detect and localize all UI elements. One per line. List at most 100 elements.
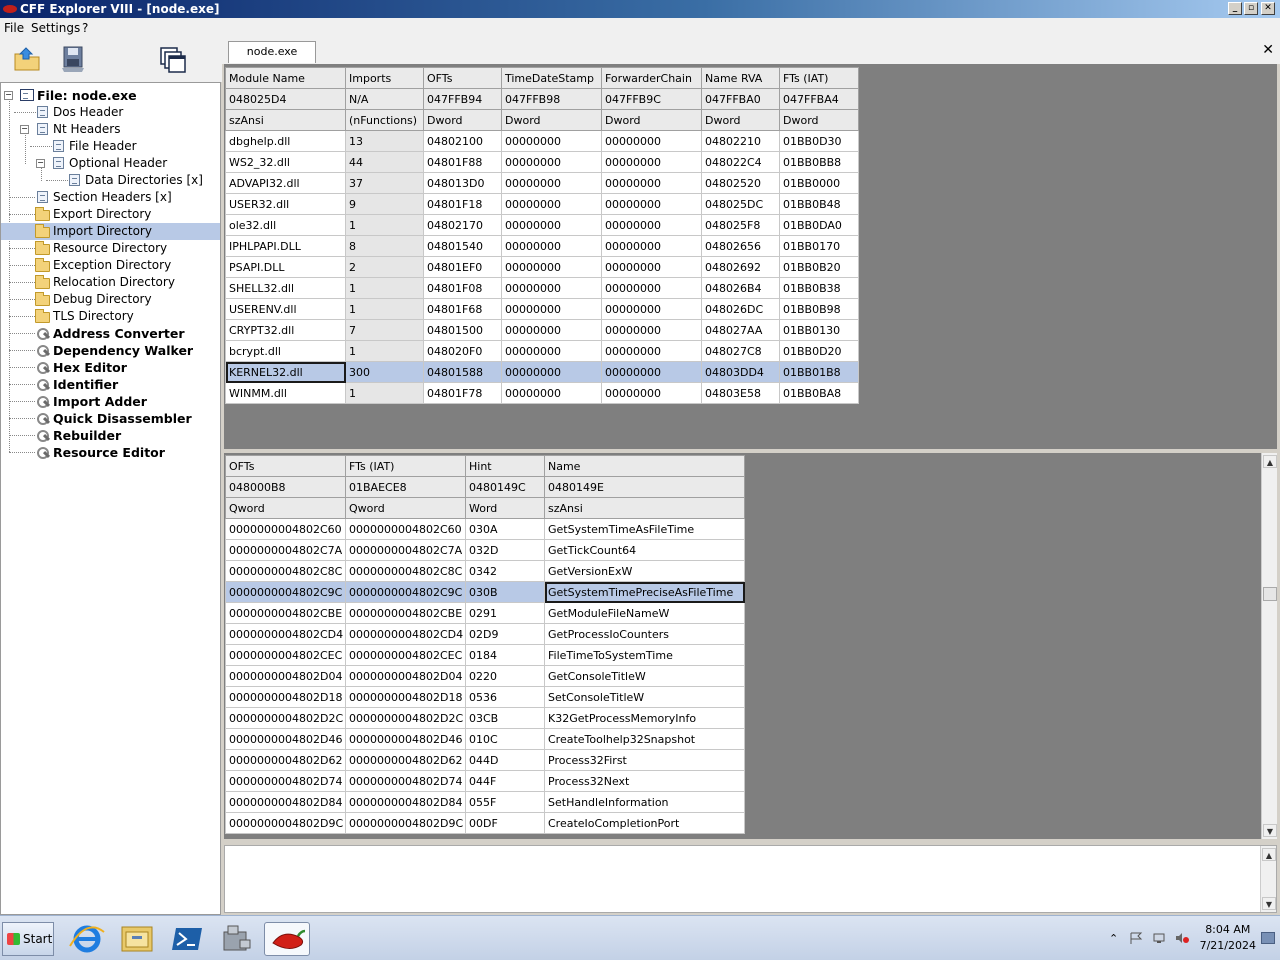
cell-name-rva[interactable]: 048026DC: [701, 298, 780, 320]
tree-item-exception-directory[interactable]: Exception Directory: [1, 257, 220, 274]
minimize-button[interactable]: _: [1228, 2, 1242, 15]
column-header-ofts[interactable]: OFTs: [423, 67, 502, 89]
table-row[interactable]: dbghelp.dll 13 04802100 00000000 00000000 048…: [225, 130, 859, 152]
cell-module-name[interactable]: SHELL32.dll: [225, 277, 346, 299]
cell-name[interactable]: GetModuleFileNameW: [544, 602, 745, 624]
collapse-icon[interactable]: −: [36, 159, 45, 168]
cell-ofts[interactable]: 0000000004802D84: [225, 791, 346, 813]
windows-icon[interactable]: [158, 44, 188, 74]
cell-fts-iat[interactable]: 0000000004802D9C: [345, 812, 466, 834]
cell-imports[interactable]: 13: [345, 130, 424, 152]
cell-ofts[interactable]: 0000000004802D18: [225, 686, 346, 708]
close-tab-icon[interactable]: ✕: [1262, 42, 1274, 58]
network-icon[interactable]: [1152, 932, 1166, 944]
taskbar-file-explorer[interactable]: [114, 922, 160, 956]
cell-forwarderchain[interactable]: 00000000: [601, 193, 702, 215]
table-row[interactable]: 0000000004802D18 0000000004802D18 0536 SetC…: [225, 686, 745, 708]
log-scrollbar[interactable]: ▲ ▼: [1260, 846, 1276, 912]
cell-imports[interactable]: 9: [345, 193, 424, 215]
tree-item-import-adder[interactable]: Import Adder: [1, 393, 220, 410]
cell-forwarderchain[interactable]: 00000000: [601, 298, 702, 320]
cell-module-name[interactable]: WINMM.dll: [225, 382, 346, 404]
offset-cell-fts-iat[interactable]: 047FFBA4: [779, 88, 859, 110]
close-window-button[interactable]: ✕: [1261, 2, 1275, 15]
cell-ofts[interactable]: 0000000004802C60: [225, 518, 346, 540]
cell-name[interactable]: GetProcessIoCounters: [544, 623, 745, 645]
cell-fts-iat[interactable]: 01BB0000: [779, 172, 859, 194]
cell-hint[interactable]: 03CB: [465, 707, 545, 729]
table-row[interactable]: SHELL32.dll 1 04801F08 00000000 00000000 0480…: [225, 277, 859, 299]
cell-module-name[interactable]: PSAPI.DLL: [225, 256, 346, 278]
cell-imports[interactable]: 300: [345, 361, 424, 383]
cell-imports[interactable]: 2: [345, 256, 424, 278]
offset-cell-ofts[interactable]: 047FFB94: [423, 88, 502, 110]
scroll-thumb[interactable]: [1263, 587, 1277, 601]
cell-ofts[interactable]: 048020F0: [423, 340, 502, 362]
type-cell-timedatestamp[interactable]: Dword: [501, 109, 602, 131]
cell-ofts[interactable]: 0000000004802C9C: [225, 581, 346, 603]
cell-ofts[interactable]: 0000000004802D74: [225, 770, 346, 792]
table-row[interactable]: WINMM.dll 1 04801F78 00000000 00000000 04803E…: [225, 382, 859, 404]
cell-forwarderchain[interactable]: 00000000: [601, 172, 702, 194]
cell-forwarderchain[interactable]: 00000000: [601, 130, 702, 152]
cell-module-name[interactable]: KERNEL32.dll: [225, 361, 346, 383]
cell-ofts[interactable]: 0000000004802CEC: [225, 644, 346, 666]
start-button[interactable]: Start: [2, 922, 54, 956]
offset-cell-timedatestamp[interactable]: 047FFB98: [501, 88, 602, 110]
cell-ofts[interactable]: 04801F18: [423, 193, 502, 215]
cell-module-name[interactable]: IPHLPAPI.DLL: [225, 235, 346, 257]
cell-ofts[interactable]: 0000000004802CBE: [225, 602, 346, 624]
column-header-ofts[interactable]: OFTs: [225, 455, 346, 477]
cell-name[interactable]: SetConsoleTitleW: [544, 686, 745, 708]
cell-ofts[interactable]: 048013D0: [423, 172, 502, 194]
column-header-module-name[interactable]: Module Name: [225, 67, 346, 89]
cell-fts-iat[interactable]: 01BB0B20: [779, 256, 859, 278]
type-cell-fts-iat[interactable]: Dword: [779, 109, 859, 131]
cell-timedatestamp[interactable]: 00000000: [501, 172, 602, 194]
tree-item-nt-headers[interactable]: − Nt Headers: [1, 121, 220, 138]
clock[interactable]: 8:04 AM 7/21/2024: [1200, 922, 1256, 954]
cell-forwarderchain[interactable]: 00000000: [601, 256, 702, 278]
type-cell-module-name[interactable]: szAnsi: [225, 109, 346, 131]
cell-forwarderchain[interactable]: 00000000: [601, 382, 702, 404]
cell-fts-iat[interactable]: 0000000004802D2C: [345, 707, 466, 729]
cell-name-rva[interactable]: 04802656: [701, 235, 780, 257]
cell-timedatestamp[interactable]: 00000000: [501, 361, 602, 383]
cell-name-rva[interactable]: 04803E58: [701, 382, 780, 404]
column-header-forwarderchain[interactable]: ForwarderChain: [601, 67, 702, 89]
cell-name[interactable]: K32GetProcessMemoryInfo: [544, 707, 745, 729]
cell-name[interactable]: FileTimeToSystemTime: [544, 644, 745, 666]
tree-item-identifier[interactable]: Identifier: [1, 376, 220, 393]
offset-cell-ofts[interactable]: 048000B8: [225, 476, 346, 498]
show-hidden-icons[interactable]: ⌃: [1109, 932, 1123, 945]
cell-forwarderchain[interactable]: 00000000: [601, 214, 702, 236]
cell-ofts[interactable]: 04801F08: [423, 277, 502, 299]
table-row[interactable]: ole32.dll 1 04802170 00000000 00000000 048025…: [225, 214, 859, 236]
cell-module-name[interactable]: dbghelp.dll: [225, 130, 346, 152]
cell-ofts[interactable]: 0000000004802D2C: [225, 707, 346, 729]
cell-timedatestamp[interactable]: 00000000: [501, 319, 602, 341]
cell-hint[interactable]: 044F: [465, 770, 545, 792]
cell-fts-iat[interactable]: 01BB0B98: [779, 298, 859, 320]
offset-cell-hint[interactable]: 0480149C: [465, 476, 545, 498]
offset-cell-name[interactable]: 0480149E: [544, 476, 745, 498]
cell-imports[interactable]: 1: [345, 214, 424, 236]
cell-timedatestamp[interactable]: 00000000: [501, 340, 602, 362]
table-row[interactable]: 0000000004802D74 0000000004802D74 044F Proc…: [225, 770, 745, 792]
table-row[interactable]: 0000000004802D2C 0000000004802D2C 03CB K32G…: [225, 707, 745, 729]
cell-fts-iat[interactable]: 0000000004802D04: [345, 665, 466, 687]
cell-hint[interactable]: 0536: [465, 686, 545, 708]
table-row[interactable]: 0000000004802CEC 0000000004802CEC 0184 File…: [225, 644, 745, 666]
cell-hint[interactable]: 010C: [465, 728, 545, 750]
cell-ofts[interactable]: 04801F78: [423, 382, 502, 404]
cell-fts-iat[interactable]: 0000000004802D18: [345, 686, 466, 708]
cell-fts-iat[interactable]: 0000000004802D84: [345, 791, 466, 813]
tree-item-tls-directory[interactable]: TLS Directory: [1, 308, 220, 325]
tree-item-relocation-directory[interactable]: Relocation Directory: [1, 274, 220, 291]
tree-item-address-converter[interactable]: Address Converter: [1, 325, 220, 342]
taskbar-server-manager[interactable]: [214, 922, 260, 956]
volume-muted-icon[interactable]: [1175, 932, 1189, 944]
table-row[interactable]: bcrypt.dll 1 048020F0 00000000 00000000 04802…: [225, 340, 859, 362]
cell-module-name[interactable]: ole32.dll: [225, 214, 346, 236]
cell-ofts[interactable]: 04801540: [423, 235, 502, 257]
